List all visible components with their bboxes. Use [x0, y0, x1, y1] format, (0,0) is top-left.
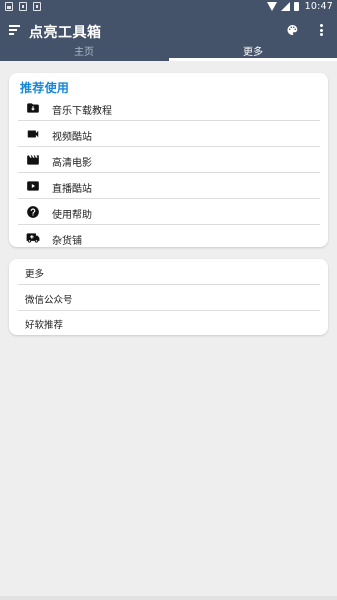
recommend-item-help[interactable]: 使用帮助	[9, 199, 328, 225]
recommend-card: 推荐使用 音乐下载教程 视频酷站 高清电影 直播酷站 使用帮助 杂货铺	[9, 73, 328, 247]
tab-indicator	[169, 58, 337, 61]
notification-icons	[5, 2, 41, 11]
help-circle-icon	[27, 206, 39, 218]
status-bar: 10:47	[0, 0, 337, 14]
folder-download-icon	[27, 103, 39, 113]
recommend-item-label: 视频酷站	[52, 132, 92, 143]
more-card: 更多 微信公众号 好软推荐	[9, 259, 328, 335]
app-notification-icon	[33, 2, 41, 11]
bottom-edge	[0, 596, 337, 600]
recommend-item-music-tutorial[interactable]: 音乐下载教程	[9, 95, 328, 121]
recommend-item-label: 杂货铺	[52, 236, 82, 247]
more-list-item-good-software[interactable]: 好软推荐	[9, 310, 328, 336]
recommend-section-title: 推荐使用	[20, 81, 70, 95]
app-bar: 点亮工具箱	[0, 14, 337, 47]
recommend-item-label: 高清电影	[52, 158, 92, 169]
sort-menu-icon[interactable]	[9, 25, 20, 35]
recommend-item-hd-movies[interactable]: 高清电影	[9, 147, 328, 173]
recommend-item-label: 使用帮助	[52, 210, 92, 221]
videocam-icon	[27, 130, 39, 138]
more-item-label: 更多	[25, 269, 45, 280]
palette-icon[interactable]	[286, 24, 299, 36]
recommend-item-label: 音乐下载教程	[52, 106, 112, 117]
play-box-icon	[27, 181, 39, 191]
system-status-icons: 10:47	[266, 1, 333, 12]
recommend-item-video-sites[interactable]: 视频酷站	[9, 121, 328, 147]
signal-icon	[280, 2, 290, 11]
more-list-item-wechat[interactable]: 微信公众号	[9, 285, 328, 311]
more-list-item-more[interactable]: 更多	[9, 259, 328, 285]
battery-icon	[293, 2, 299, 11]
more-item-label: 微信公众号	[25, 295, 73, 306]
app-title: 点亮工具箱	[29, 25, 102, 41]
overflow-menu-icon[interactable]	[320, 24, 323, 36]
status-clock: 10:47	[304, 1, 333, 12]
movie-clapper-icon	[27, 155, 39, 165]
tab-home[interactable]: 主页	[0, 47, 168, 61]
recommend-item-live-sites[interactable]: 直播酷站	[9, 173, 328, 199]
truck-icon	[26, 233, 40, 243]
recommend-item-label: 直播酷站	[52, 184, 92, 195]
recommend-item-grocery[interactable]: 杂货铺	[9, 225, 328, 247]
more-item-label: 好软推荐	[25, 320, 64, 331]
wifi-icon	[266, 2, 277, 11]
image-notification-icon	[5, 2, 13, 11]
bag-notification-icon	[19, 2, 27, 11]
